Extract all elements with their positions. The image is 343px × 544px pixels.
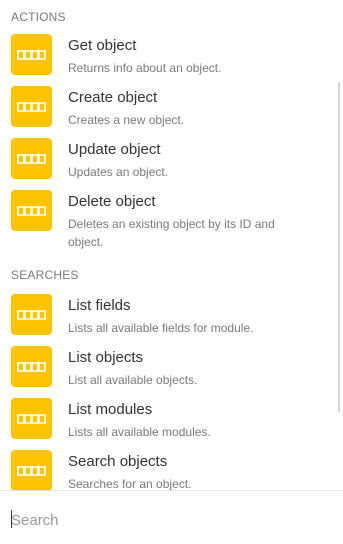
module-item-update-object[interactable]: Update object Updates an object.	[0, 128, 343, 180]
zoho-logo-icon	[11, 346, 52, 387]
module-item-delete-object[interactable]: Delete object Deletes an existing object…	[0, 180, 343, 252]
module-title: Search objects	[68, 453, 168, 470]
module-title: Get object	[68, 37, 137, 54]
module-item-list-objects[interactable]: List objects List all available objects.	[0, 336, 343, 388]
zoho-logo-icon	[11, 190, 52, 231]
search-bar	[0, 490, 343, 544]
module-title: List objects	[68, 349, 144, 366]
search-input[interactable]	[11, 509, 331, 531]
module-item-search-objects[interactable]: Search objects Searches for an object.	[0, 440, 343, 490]
text-caret	[11, 510, 12, 528]
zoho-logo-icon	[11, 86, 52, 127]
module-title: List fields	[68, 297, 131, 314]
scrollbar[interactable]	[338, 82, 340, 412]
zoho-logo-icon	[11, 450, 52, 490]
module-description: Lists all available modules.	[68, 425, 211, 439]
section-header-searches: SEARCHES	[11, 268, 79, 282]
module-item-list-fields[interactable]: List fields Lists all available fields f…	[0, 284, 343, 336]
module-description: Searches for an object.	[68, 477, 192, 490]
module-description: Returns info about an object.	[68, 61, 222, 75]
section-header-actions: ACTIONS	[11, 10, 66, 24]
module-item-list-modules[interactable]: List modules Lists all available modules…	[0, 388, 343, 440]
module-title: List modules	[68, 401, 153, 418]
module-item-get-object[interactable]: Get object Returns info about an object.	[0, 24, 343, 76]
module-item-create-object[interactable]: Create object Creates a new object.	[0, 76, 343, 128]
module-list-panel: ACTIONS Get object Returns info about an…	[0, 0, 343, 490]
module-description: Updates an object.	[68, 165, 169, 179]
zoho-logo-icon	[11, 398, 52, 439]
module-title: Delete object	[68, 193, 156, 210]
module-description: Creates a new object.	[68, 113, 185, 127]
module-title: Create object	[68, 89, 158, 106]
zoho-logo-icon	[11, 34, 52, 75]
module-description: List all available objects.	[68, 373, 198, 387]
zoho-logo-icon	[11, 138, 52, 179]
module-title: Update object	[68, 141, 161, 158]
module-description: Deletes an existing object by its ID and…	[68, 217, 275, 249]
module-description: Lists all available fields for module.	[68, 321, 254, 335]
zoho-logo-icon	[11, 294, 52, 335]
